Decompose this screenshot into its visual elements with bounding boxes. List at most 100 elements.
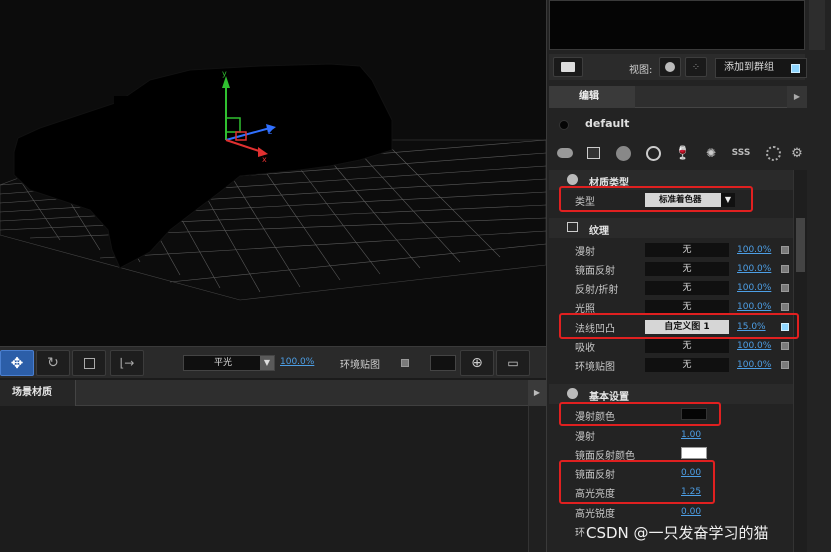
texture-slot-specular[interactable]: 无 [645,262,729,276]
material-color-dot [559,120,569,130]
highlight-sharpness-value[interactable]: 0.00 [681,507,701,517]
pivot-icon: ⌊→ [119,356,135,370]
env-map-label: 环境贴图 [340,360,380,371]
highlight-box-normal-bump [559,313,799,339]
tab-edit[interactable]: 编辑 [549,86,635,108]
texture-percent-specular[interactable]: 100.0% [737,264,771,274]
material-name[interactable]: default [585,117,629,130]
sphere-icon [567,388,578,399]
view-bar: 视图: ⁘ 添加到群组 [549,54,807,80]
image-icon[interactable] [583,143,603,163]
section-title: 纹理 [589,226,609,237]
move-icon: ✥ [10,354,24,372]
highlight-sharpness-label: 高光锐度 [575,509,615,520]
folder-button[interactable] [553,57,583,77]
preview-scrollbar[interactable] [809,0,825,50]
sphere-icon [567,174,578,185]
section-basic-settings[interactable]: 基本设置 [549,384,793,404]
rotate-tool-button[interactable]: ↻ [36,350,70,376]
globe-icon[interactable] [643,143,663,163]
light-percent[interactable]: 100.0% [280,357,314,367]
texture-slot-env-map[interactable]: 无 [645,358,729,372]
right-panel-scrollbar[interactable] [793,170,807,552]
crosshair-icon: ⊕ [471,355,483,371]
texture-toggle-lighting[interactable] [781,303,789,311]
texture-toggle-env-map[interactable] [781,361,789,369]
3d-viewport[interactable]: y z x [0,0,546,346]
scene-panel-scrollbar[interactable] [528,406,546,552]
monitor-icon: ▭ [507,356,519,370]
add-to-group-label: 添加到群组 [724,62,774,73]
highlight-box-specular [559,460,715,504]
scale-tool-button[interactable] [72,350,106,376]
target-button[interactable]: ⊕ [460,350,494,376]
env-map-toggle[interactable] [401,359,409,367]
texture-toggle-specular[interactable] [781,265,789,273]
sphere-icon[interactable] [613,143,633,163]
scene-materials-panel: 场景材质 ▶ [0,380,546,552]
light-mode-select[interactable]: 平光 ▼ [183,355,275,371]
folder-icon [561,62,575,72]
texture-label-absorption: 吸收 [575,343,595,354]
svg-text:x: x [262,155,267,164]
image-icon [567,222,578,232]
highlight-box-diffuse-color [559,402,721,426]
side-mirror [114,96,130,108]
add-to-group-checkbox[interactable] [791,64,800,73]
panel-expand-icon[interactable]: ▶ [787,86,807,108]
texture-label-reflection: 反射/折射 [575,285,619,296]
multi-sphere-icon[interactable] [555,143,575,163]
screen-button[interactable]: ▭ [496,350,530,376]
add-to-group-button[interactable]: 添加到群组 [715,58,807,78]
section-title: 基本设置 [589,392,629,403]
scene-view-button[interactable]: ⁘ [685,57,707,77]
texture-percent-absorption[interactable]: 100.0% [737,341,771,351]
texture-percent-diffuse[interactable]: 100.0% [737,245,771,255]
diffuse-value[interactable]: 1.00 [681,430,701,440]
texture-ball-icon[interactable] [763,143,783,163]
diffuse-label: 漫射 [575,432,595,443]
chevron-down-icon: ▼ [260,356,274,370]
texture-slot-absorption[interactable]: 无 [645,339,729,353]
texture-toggle-absorption[interactable] [781,342,789,350]
svg-text:z: z [268,127,272,136]
texture-label-env-map: 环境贴图 [575,362,615,373]
move-tool-button[interactable]: ✥ [0,350,34,376]
goblet-icon[interactable]: 🍷 [673,143,693,163]
material-editor-panel: 视图: ⁘ 添加到群组 编辑 ▶ default 🍷 ✺ SSS ⚙ 材质类型 [546,0,831,552]
specular-color-swatch[interactable] [681,447,707,459]
viewport-toolbar: ✥ ↻ ⌊→ 平光 ▼ 100.0% 环境贴图 ⊕ ▭ [0,346,546,378]
env-map-swatch[interactable] [430,355,456,371]
tab-scene-materials[interactable]: 场景材质 [0,380,76,406]
svg-text:y: y [222,69,227,78]
scene-icon: ⁘ [691,61,701,73]
texture-slot-lighting[interactable]: 无 [645,300,729,314]
section-texture[interactable]: 纹理 [549,218,793,238]
rotate-icon: ↻ [47,355,59,371]
pivot-tool-button[interactable]: ⌊→ [110,350,144,376]
highlight-box-type [559,186,753,212]
sss-icon[interactable]: SSS [731,143,751,163]
scale-icon [83,357,95,369]
texture-percent-lighting[interactable]: 100.0% [737,302,771,312]
texture-percent-env-map[interactable]: 100.0% [737,360,771,370]
view-label: 视图: [629,65,653,76]
light-bulb-icon[interactable]: ✺ [701,143,721,163]
texture-percent-reflection[interactable]: 100.0% [737,283,771,293]
material-preview [549,0,805,50]
sphere-view-button[interactable] [659,57,681,77]
viewport-canvas: y z x [0,63,546,301]
texture-toggle-diffuse[interactable] [781,246,789,254]
texture-label-diffuse: 漫射 [575,247,595,258]
panel-expand-icon[interactable]: ▶ [528,380,546,406]
gear-icon[interactable]: ⚙ [791,143,803,163]
texture-toggle-reflection[interactable] [781,284,789,292]
scrollbar-thumb[interactable] [796,218,805,272]
watermark: CSDN @一只发奋学习的猫 [586,524,769,542]
light-mode-value: 平光 [214,358,233,368]
texture-slot-reflection[interactable]: 无 [645,281,729,295]
sphere-icon [665,62,675,72]
scene-panel-header: 场景材质 ▶ [0,380,546,406]
edit-header: 编辑 ▶ [549,86,807,108]
texture-slot-diffuse[interactable]: 无 [645,243,729,257]
